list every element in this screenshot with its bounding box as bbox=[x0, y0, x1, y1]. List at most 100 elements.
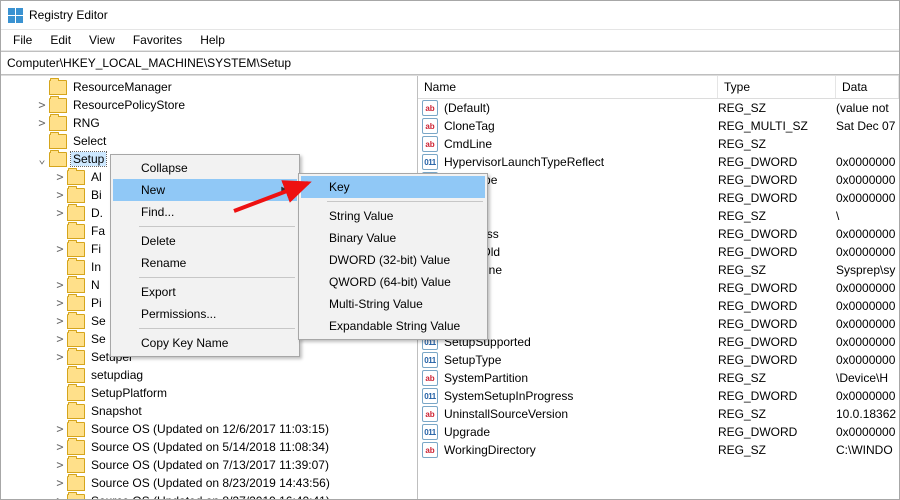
folder-icon bbox=[67, 260, 85, 275]
menu-item-label: Rename bbox=[141, 256, 186, 270]
value-row[interactable]: 011upREG_DWORD0x0000000 bbox=[418, 279, 899, 297]
menu-help[interactable]: Help bbox=[192, 32, 233, 48]
expander-icon[interactable]: > bbox=[53, 351, 67, 363]
tree-node[interactable]: >Source OS (Updated on 7/13/2017 11:39:0… bbox=[1, 456, 417, 474]
column-name[interactable]: Name bbox=[418, 76, 718, 98]
expander-icon[interactable]: > bbox=[53, 189, 67, 201]
expander-icon[interactable]: > bbox=[35, 99, 49, 111]
tree-node[interactable]: > Source OS (Updated on 8/27/2019 16:40:4… bbox=[1, 492, 417, 499]
value-row[interactable]: abPathREG_SZ\ bbox=[418, 207, 899, 225]
value-row[interactable]: 011tionScopeREG_DWORD0x0000000 bbox=[418, 171, 899, 189]
expander-icon[interactable]: > bbox=[53, 297, 67, 309]
value-row[interactable]: ab(Default)REG_SZ(value not bbox=[418, 99, 899, 117]
value-row[interactable]: 011SetupSupportedREG_DWORD0x0000000 bbox=[418, 333, 899, 351]
value-row[interactable]: 011UpgradeREG_DWORD0x0000000 bbox=[418, 423, 899, 441]
menu-item[interactable]: Permissions... bbox=[113, 303, 297, 325]
value-row[interactable]: abWorkingDirectoryREG_SZC:\WINDO bbox=[418, 441, 899, 459]
value-row[interactable]: abCloneTagREG_MULTI_SZSat Dec 07 bbox=[418, 117, 899, 135]
value-data: C:\WINDO bbox=[836, 443, 899, 457]
expander-icon[interactable]: ⌄ bbox=[35, 153, 49, 165]
menu-item[interactable]: Rename bbox=[113, 252, 297, 274]
folder-icon bbox=[49, 116, 67, 131]
tree-node[interactable]: SetupPlatform bbox=[1, 384, 417, 402]
expander-icon[interactable]: > bbox=[53, 207, 67, 219]
expander-icon[interactable]: > bbox=[53, 243, 67, 255]
menu-item[interactable]: Delete bbox=[113, 230, 297, 252]
menu-item-label: DWORD (32-bit) Value bbox=[329, 253, 450, 267]
expander-icon[interactable]: > bbox=[53, 423, 67, 435]
expander-icon[interactable]: > bbox=[35, 117, 49, 129]
expander-icon[interactable]: > bbox=[53, 279, 67, 291]
context-submenu-new: Key String ValueBinary Value DWORD (32-bit… bbox=[298, 173, 488, 340]
column-data[interactable]: Data bbox=[836, 76, 899, 98]
value-row[interactable]: 011SetupTypeREG_DWORD0x0000000 bbox=[418, 351, 899, 369]
tree-node[interactable]: Select bbox=[1, 132, 417, 150]
value-row[interactable]: abCmdLineREG_SZ bbox=[418, 135, 899, 153]
menu-file[interactable]: File bbox=[5, 32, 40, 48]
value-type: REG_DWORD bbox=[718, 317, 836, 331]
menu-item[interactable]: Key bbox=[301, 176, 485, 198]
tree-node-label: Setup bbox=[71, 152, 106, 166]
value-type: REG_DWORD bbox=[718, 299, 836, 313]
menu-item[interactable]: String Value bbox=[301, 205, 485, 227]
registry-editor-icon bbox=[7, 7, 23, 23]
folder-icon bbox=[67, 242, 85, 257]
menu-item[interactable]: Copy Key Name bbox=[113, 332, 297, 354]
value-row[interactable]: 011ogressREG_DWORD0x0000000 bbox=[418, 189, 899, 207]
expander-icon[interactable]: > bbox=[53, 333, 67, 345]
tree-node[interactable]: > Source OS (Updated on 12/6/2017 11:03:1… bbox=[1, 420, 417, 438]
value-row[interactable]: 011HypervisorLaunchTypeReflectREG_DWORD0… bbox=[418, 153, 899, 171]
tree-node[interactable]: >Source OS (Updated on 5/14/2018 11:08:3… bbox=[1, 438, 417, 456]
expander-icon[interactable]: > bbox=[53, 315, 67, 327]
tree-node-label: Source OS (Updated on 12/6/2017 11:03:15… bbox=[89, 422, 331, 436]
menu-separator bbox=[327, 201, 483, 202]
value-row[interactable]: abUninstallSourceVersionREG_SZ10.0.18362 bbox=[418, 405, 899, 423]
tree-node[interactable]: ResourceManager bbox=[1, 78, 417, 96]
value-type: REG_DWORD bbox=[718, 281, 836, 295]
tree-node[interactable]: >Source OS (Updated on 8/23/2019 14:43:5… bbox=[1, 474, 417, 492]
menu-item[interactable]: Expandable String Value bbox=[301, 315, 485, 337]
column-type[interactable]: Type bbox=[718, 76, 836, 98]
value-row[interactable]: 011indowsOldREG_DWORD0x0000000 bbox=[418, 243, 899, 261]
tree-node[interactable]: Snapshot bbox=[1, 402, 417, 420]
menu-item[interactable]: DWORD (32-bit) Value bbox=[301, 249, 485, 271]
menu-item[interactable]: Binary Value bbox=[301, 227, 485, 249]
expander-icon[interactable]: > bbox=[53, 459, 67, 471]
expander-icon[interactable]: > bbox=[53, 441, 67, 453]
menu-view[interactable]: View bbox=[81, 32, 123, 48]
values-list[interactable]: Name Type Data ab(Default)REG_SZ(value n… bbox=[418, 76, 899, 499]
menu-item[interactable]: Export bbox=[113, 281, 297, 303]
value-row[interactable]: 011ctiveREG_DWORD0x0000000 bbox=[418, 297, 899, 315]
folder-icon bbox=[67, 170, 85, 185]
menu-separator bbox=[139, 226, 295, 227]
titlebar[interactable]: Registry Editor bbox=[1, 1, 899, 30]
folder-icon bbox=[67, 368, 85, 383]
window-title: Registry Editor bbox=[29, 8, 108, 22]
value-row[interactable]: 011REG_DWORD0x0000000 bbox=[418, 315, 899, 333]
menu-item[interactable]: New▶ bbox=[113, 179, 297, 201]
menu-edit[interactable]: Edit bbox=[42, 32, 79, 48]
tree-node[interactable]: >RNG bbox=[1, 114, 417, 132]
menu-item-label: New bbox=[141, 183, 165, 197]
menu-item[interactable]: QWORD (64-bit) Value bbox=[301, 271, 485, 293]
tree-node[interactable]: setupdiag bbox=[1, 366, 417, 384]
value-name: (Default) bbox=[444, 101, 718, 115]
menu-item[interactable]: Find... bbox=[113, 201, 297, 223]
string-value-icon: ab bbox=[422, 370, 438, 386]
menu-item[interactable]: Multi-String Value bbox=[301, 293, 485, 315]
expander-icon[interactable]: > bbox=[53, 171, 67, 183]
tree-node[interactable]: > ResourcePolicyStore bbox=[1, 96, 417, 114]
menu-item[interactable]: Collapse bbox=[113, 157, 297, 179]
value-row[interactable]: 011nProgressREG_DWORD0x0000000 bbox=[418, 225, 899, 243]
tree-node-label: ResourcePolicyStore bbox=[71, 98, 187, 112]
tree-node-label: In bbox=[89, 260, 103, 274]
value-row[interactable]: abteCmdLineREG_SZSysprep\sy bbox=[418, 261, 899, 279]
value-row[interactable]: abSystemPartitionREG_SZ\Device\H bbox=[418, 369, 899, 387]
expander-icon[interactable]: > bbox=[53, 495, 67, 499]
tree-node-label: Source OS (Updated on 8/27/2019 16:40:41… bbox=[89, 494, 332, 499]
value-row[interactable]: 011SystemSetupInProgressREG_DWORD0x00000… bbox=[418, 387, 899, 405]
expander-icon[interactable]: > bbox=[53, 477, 67, 489]
address-bar[interactable]: Computer\HKEY_LOCAL_MACHINE\SYSTEM\Setup bbox=[1, 51, 899, 75]
menu-favorites[interactable]: Favorites bbox=[125, 32, 190, 48]
value-name: UninstallSourceVersion bbox=[444, 407, 718, 421]
